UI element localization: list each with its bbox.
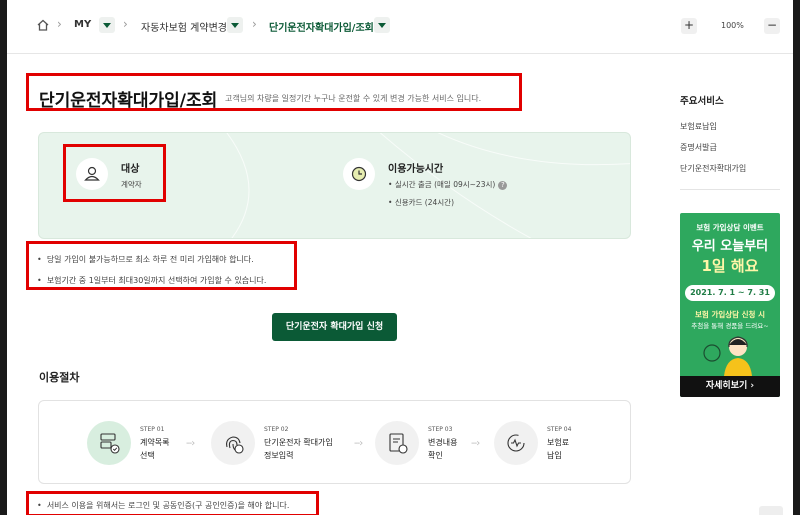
list-check-icon <box>100 433 120 454</box>
highlight-box <box>63 144 166 202</box>
zoom-level: 100% <box>721 21 744 30</box>
hours-label: 이용가능시간 <box>388 164 444 175</box>
step-name-line: 납입 <box>547 451 562 460</box>
step-name-line: 단기운전자 확대가입 <box>264 438 333 447</box>
notice-text: 서비스 이용을 위해서는 로그인 및 공동인증(구 공인인증)을 해야 합니다. <box>46 501 290 510</box>
home-icon[interactable] <box>36 18 50 32</box>
banner-line: 보험 가입상담 신청 시 <box>695 310 765 319</box>
banner-headline: 1일 해요 <box>701 257 759 275</box>
hours-item: • 실시간 출금 (매일 09시~23시)? <box>388 179 508 190</box>
step-number: STEP 04 <box>547 426 572 433</box>
step-name: 보험료납입 <box>547 436 627 462</box>
fingerprint-icon <box>226 436 244 454</box>
step-icon-circle <box>87 421 131 465</box>
step-name-line: 정보입력 <box>264 451 294 460</box>
hours-item: • 신용카드 (24시간) <box>388 198 454 207</box>
page-title: 단기운전자확대가입/조회 <box>39 91 218 111</box>
sidebar-divider <box>680 189 780 190</box>
payment-icon <box>507 434 525 452</box>
breadcrumb-current-dropdown[interactable] <box>374 17 390 33</box>
breadcrumb-my-dropdown[interactable] <box>99 17 115 33</box>
banner-date: 2021. 7. 1 ~ 7. 31 <box>685 285 775 301</box>
clock-icon-circle <box>343 158 375 190</box>
bottom-notice: • 서비스 이용을 위해서는 로그인 및 공동인증(구 공인인증)을 해야 합니… <box>37 501 290 510</box>
step-arrow-icon: --› <box>354 438 363 449</box>
procedure-steps: STEP 01 계약목록선택 --› STEP 02 단기운전자 확대가입정보입… <box>38 400 631 484</box>
breadcrumb-current[interactable]: 단기운전자확대가입/조회 <box>269 19 374 34</box>
breadcrumb-contract-dropdown[interactable] <box>227 17 243 33</box>
page-description: 고객님의 차량을 일정기간 누구나 운전할 수 있게 변경 가능한 서비스 입니… <box>225 94 482 103</box>
sidebar-item-premium-payment[interactable]: 보험료납입 <box>680 121 717 132</box>
sidebar-item-short-term-driver[interactable]: 단기운전자확대가입 <box>680 163 746 174</box>
step-name-line: 보험료 <box>547 438 570 447</box>
procedure-title: 이용절차 <box>39 371 80 384</box>
hours-item-text: 실시간 출금 (매일 09시~23시) <box>394 180 496 189</box>
apply-button[interactable]: 단기운전자 확대가입 신청 <box>272 313 397 341</box>
banner-headline: 우리 오늘부터 <box>691 239 769 254</box>
notice-text: 보험기간 중 1일부터 최대30일까지 선택하여 가입할 수 있습니다. <box>46 276 267 285</box>
document-check-icon <box>389 433 408 454</box>
notice-item: • 보험기간 중 1일부터 최대30일까지 선택하여 가입할 수 있습니다. <box>37 276 267 285</box>
help-icon[interactable]: ? <box>498 180 508 190</box>
consultant-illustration <box>703 336 752 376</box>
clock-icon <box>351 166 367 182</box>
step-name-line: 변경내용 <box>428 438 458 447</box>
step-name-line: 확인 <box>428 451 443 460</box>
banner-line: 추첨을 통해 경품을 드려요~ <box>691 322 769 330</box>
step-number: STEP 01 <box>140 426 165 433</box>
breadcrumb-my[interactable]: MY <box>74 19 91 30</box>
event-banner[interactable]: 보험 가입상담 이벤트 우리 오늘부터 1일 해요 2021. 7. 1 ~ 7… <box>680 213 780 397</box>
step-name-line: 선택 <box>140 451 155 460</box>
step-icon-circle <box>375 421 419 465</box>
chevron-right-icon: › <box>123 17 128 31</box>
sidebar-item-certificate[interactable]: 증명서발급 <box>680 142 717 153</box>
hours-item-text: 신용카드 (24시간) <box>394 198 454 207</box>
step-name-line: 계약목록 <box>140 438 170 447</box>
page-frame: › MY › 자동차보험 계약변경 › 단기운전자확대가입/조회 + 100% … <box>7 0 793 515</box>
banner-more-button[interactable]: 자세히보기 › <box>680 376 780 397</box>
top-bar: › MY › 자동차보험 계약변경 › 단기운전자확대가입/조회 + 100% … <box>7 0 793 54</box>
step-number: STEP 02 <box>264 426 289 433</box>
step-icon-circle <box>494 421 538 465</box>
scroll-top-button[interactable] <box>759 506 783 515</box>
notice-text: 당일 가입이 불가능하므로 최소 하루 전 미리 가입해야 합니다. <box>46 255 254 264</box>
zoom-in-button[interactable]: + <box>681 18 697 34</box>
step-name: 계약목록선택 <box>140 436 220 462</box>
step-arrow-icon: --› <box>471 438 480 449</box>
step-number: STEP 03 <box>428 426 453 433</box>
chevron-right-icon: › <box>57 17 62 31</box>
sidebar-title: 주요서비스 <box>680 96 724 107</box>
breadcrumb-contract-change[interactable]: 자동차보험 계약변경 <box>141 19 227 34</box>
banner-line: 보험 가입상담 이벤트 <box>696 223 764 232</box>
zoom-out-button[interactable]: − <box>764 18 780 34</box>
step-arrow-icon: --› <box>186 438 195 449</box>
step-name: 단기운전자 확대가입정보입력 <box>264 436 359 462</box>
chevron-right-icon: › <box>252 17 257 31</box>
notice-item: • 당일 가입이 불가능하므로 최소 하루 전 미리 가입해야 합니다. <box>37 255 254 264</box>
step-icon-circle <box>211 421 255 465</box>
